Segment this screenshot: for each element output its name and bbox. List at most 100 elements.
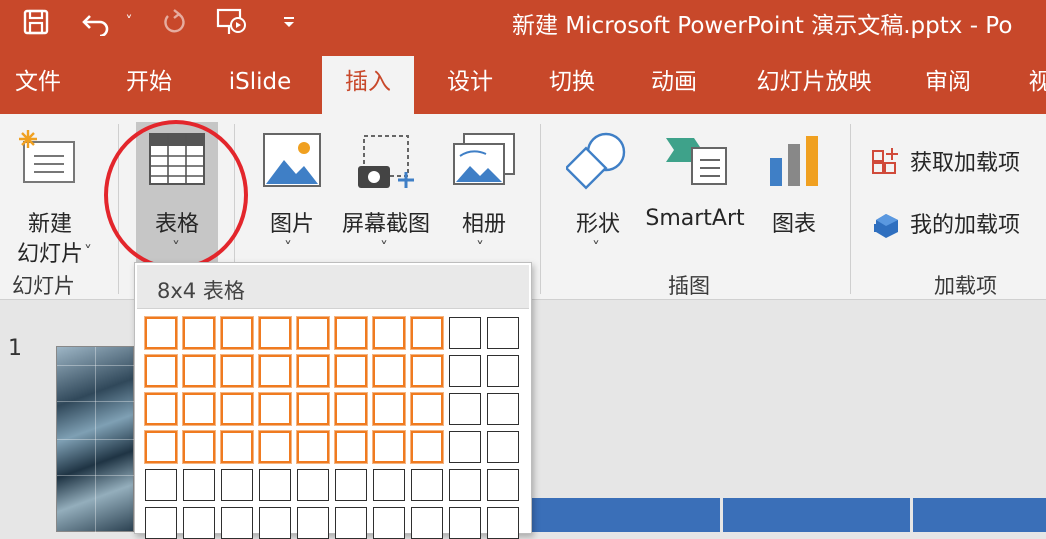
table-grid-cell[interactable] xyxy=(487,355,519,387)
table-grid-cell-selected[interactable] xyxy=(411,317,443,349)
table-grid-cell-selected[interactable] xyxy=(411,431,443,463)
tab-design[interactable]: 设计 xyxy=(428,56,512,114)
get-addins-button[interactable]: 获取加载项 xyxy=(870,144,1020,178)
table-grid-cell-selected[interactable] xyxy=(373,355,405,387)
table-grid-cell[interactable] xyxy=(221,469,253,501)
window-title: 新建 Microsoft PowerPoint 演示文稿.pptx - Po xyxy=(512,13,1013,39)
table-grid-cell-selected[interactable] xyxy=(373,431,405,463)
table-grid-cell-selected[interactable] xyxy=(183,355,215,387)
table-grid-cell[interactable] xyxy=(449,431,481,463)
undo-icon[interactable] xyxy=(76,4,116,40)
table-grid-cell[interactable] xyxy=(259,507,291,539)
shapes-icon xyxy=(566,132,626,190)
table-grid-cell[interactable] xyxy=(487,393,519,425)
table-grid-cell-selected[interactable] xyxy=(373,317,405,349)
my-addins-button[interactable]: 我的加载项 xyxy=(870,206,1020,240)
tab-islide[interactable]: iSlide xyxy=(212,56,308,114)
table-grid-cell[interactable] xyxy=(487,431,519,463)
tab-review[interactable]: 审阅 xyxy=(906,56,990,114)
photo-album-button[interactable]: 相册 ˅ xyxy=(444,122,524,268)
tab-animations[interactable]: 动画 xyxy=(632,56,716,114)
table-grid-cell[interactable] xyxy=(259,469,291,501)
table-grid-cell[interactable] xyxy=(145,507,177,539)
slide-canvas[interactable] xyxy=(530,498,1046,532)
table-grid-cell-selected[interactable] xyxy=(183,393,215,425)
tab-insert[interactable]: 插入 xyxy=(322,56,414,114)
table-grid-cell-selected[interactable] xyxy=(297,317,329,349)
table-grid-cell[interactable] xyxy=(449,393,481,425)
smartart-icon xyxy=(666,138,727,185)
table-grid-cell-selected[interactable] xyxy=(335,431,367,463)
smartart-button[interactable]: SmartArt xyxy=(640,122,750,268)
table-grid-cell[interactable] xyxy=(145,469,177,501)
table-grid-cell-selected[interactable] xyxy=(183,431,215,463)
table-grid-cell[interactable] xyxy=(449,355,481,387)
table-grid-cell-selected[interactable] xyxy=(259,317,291,349)
table-grid-cell[interactable] xyxy=(373,469,405,501)
table-grid-cell[interactable] xyxy=(373,507,405,539)
table-grid-cell[interactable] xyxy=(297,507,329,539)
table-grid-cell-selected[interactable] xyxy=(259,431,291,463)
tab-view[interactable]: 视 xyxy=(1020,56,1046,114)
insert-table-dropdown: 8x4 表格 xyxy=(134,262,532,539)
table-grid-cell-selected[interactable] xyxy=(411,393,443,425)
table-grid-cell-selected[interactable] xyxy=(221,355,253,387)
table-grid-cell[interactable] xyxy=(221,507,253,539)
table-grid-cell[interactable] xyxy=(183,507,215,539)
tab-slideshow[interactable]: 幻灯片放映 xyxy=(746,56,882,114)
undo-dropdown-icon[interactable]: ˅ xyxy=(118,4,140,40)
table-grid-cell[interactable] xyxy=(335,507,367,539)
redo-icon[interactable] xyxy=(156,4,192,40)
table-grid-cell-selected[interactable] xyxy=(145,431,177,463)
slide-thumbnail[interactable] xyxy=(56,346,135,533)
table-grid-cell-selected[interactable] xyxy=(335,317,367,349)
table-grid-cell-selected[interactable] xyxy=(221,431,253,463)
table-grid-cell[interactable] xyxy=(335,469,367,501)
table-grid-cell-selected[interactable] xyxy=(297,355,329,387)
picture-icon xyxy=(263,133,321,187)
chart-button[interactable]: 图表 xyxy=(756,122,832,268)
table-grid-cell-selected[interactable] xyxy=(145,355,177,387)
picture-button[interactable]: 图片 ˅ xyxy=(252,122,332,268)
tab-transitions[interactable]: 切换 xyxy=(530,56,614,114)
table-grid-cell[interactable] xyxy=(449,317,481,349)
table-grid-cell[interactable] xyxy=(297,469,329,501)
table-grid-cell-selected[interactable] xyxy=(145,317,177,349)
table-grid-cell[interactable] xyxy=(487,317,519,349)
customize-qat-icon[interactable] xyxy=(276,4,302,40)
tab-file[interactable]: 文件 xyxy=(0,56,76,114)
table-grid-cell-selected[interactable] xyxy=(259,355,291,387)
table-grid-cell[interactable] xyxy=(411,507,443,539)
table-grid-cell-selected[interactable] xyxy=(221,317,253,349)
thumb-grid-line xyxy=(57,475,135,476)
tab-home[interactable]: 开始 xyxy=(106,56,192,114)
table-grid-cell-selected[interactable] xyxy=(335,393,367,425)
table-grid-cell-selected[interactable] xyxy=(373,393,405,425)
chevron-down-icon: ˅ xyxy=(380,238,388,257)
table-grid-cell[interactable] xyxy=(449,507,481,539)
photo-album-icon xyxy=(453,133,515,185)
table-grid-cell[interactable] xyxy=(183,469,215,501)
photo-album-label: 相册 xyxy=(461,212,506,237)
screenshot-icon xyxy=(358,135,414,188)
table-column-divider xyxy=(910,498,913,532)
table-grid-cell-selected[interactable] xyxy=(183,317,215,349)
screenshot-button[interactable]: 屏幕截图 ˅ xyxy=(334,122,438,268)
table-grid-cell-selected[interactable] xyxy=(297,431,329,463)
table-grid-cell-selected[interactable] xyxy=(335,355,367,387)
table-grid-cell[interactable] xyxy=(449,469,481,501)
table-grid-cell-selected[interactable] xyxy=(221,393,253,425)
present-from-start-icon[interactable] xyxy=(210,4,254,40)
new-slide-button[interactable]: 新建 幻灯片 ˅ xyxy=(0,122,100,268)
table-grid-cell[interactable] xyxy=(487,469,519,501)
table-grid-cell-selected[interactable] xyxy=(411,355,443,387)
title-bar: ˅ 新建 Microsoft PowerPoint 演示文稿.pptx - Po xyxy=(0,0,1046,48)
table-grid-cell-selected[interactable] xyxy=(297,393,329,425)
smartart-label: SmartArt xyxy=(645,206,745,231)
shapes-button[interactable]: 形状 ˅ xyxy=(556,122,640,268)
table-grid-cell[interactable] xyxy=(487,507,519,539)
save-icon[interactable] xyxy=(16,4,56,40)
table-grid-cell-selected[interactable] xyxy=(259,393,291,425)
table-grid-cell[interactable] xyxy=(411,469,443,501)
table-grid-cell-selected[interactable] xyxy=(145,393,177,425)
